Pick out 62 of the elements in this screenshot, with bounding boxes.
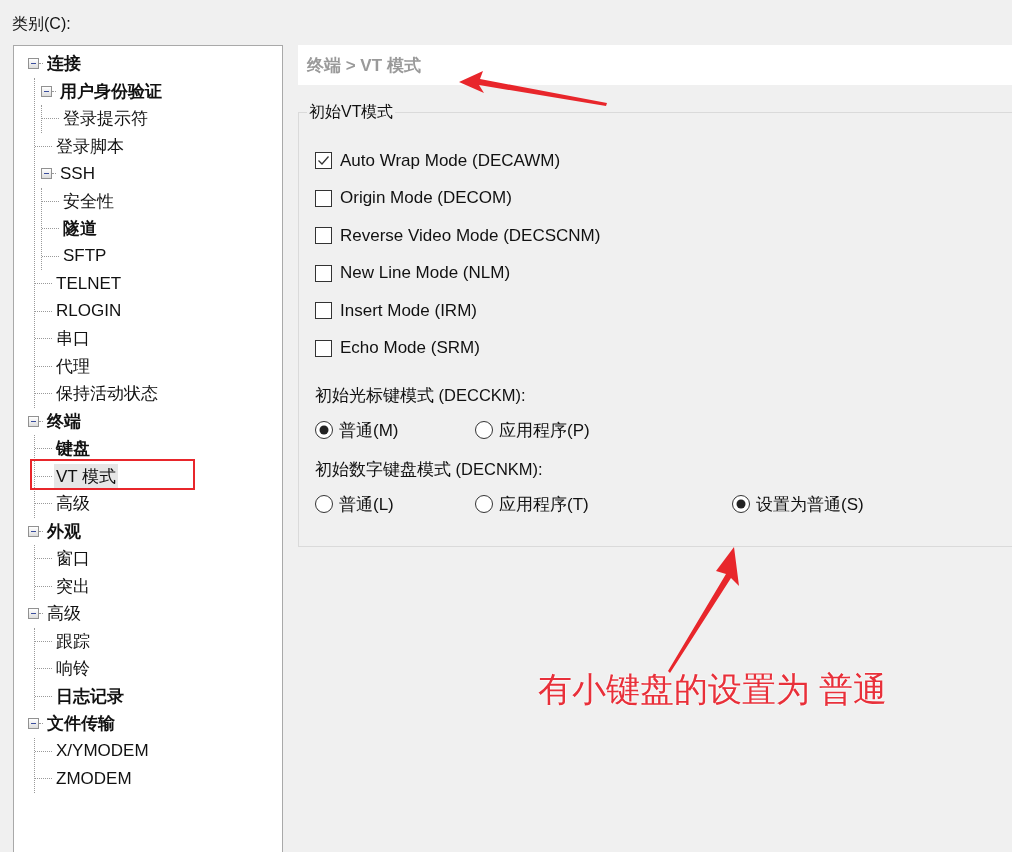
tree-item[interactable]: SFTP xyxy=(61,245,109,268)
radio-button[interactable] xyxy=(315,421,333,439)
collapse-icon[interactable] xyxy=(28,525,39,537)
collapse-icon[interactable] xyxy=(28,718,39,730)
radio-button[interactable] xyxy=(475,421,493,439)
radio-group-label: 初始数字键盘模式 (DECNKM): xyxy=(315,459,544,480)
tree-item[interactable]: 保持活动状态 xyxy=(54,381,160,407)
tree-item[interactable]: 窗口 xyxy=(54,546,92,572)
tree-item[interactable]: 终端 xyxy=(45,408,83,434)
checkbox[interactable] xyxy=(315,152,332,170)
radio-label: 应用程序(P) xyxy=(499,419,590,442)
tree-item[interactable]: RLOGIN xyxy=(54,300,124,323)
tree-item[interactable]: 文件传输 xyxy=(45,711,117,737)
tree-item[interactable]: 用户身份验证 xyxy=(58,78,164,104)
radio-label: 普通(M) xyxy=(339,419,399,442)
checkbox-label: Insert Mode (IRM) xyxy=(340,300,477,321)
radio-label: 设置为普通(S) xyxy=(756,493,864,516)
tree-item[interactable]: 登录提示符 xyxy=(61,106,150,132)
breadcrumb-text: 终端 > VT 模式 xyxy=(307,54,421,77)
radio-group-label: 初始光标键模式 (DECCKM): xyxy=(315,385,527,406)
radio-label: 普通(L) xyxy=(339,493,394,516)
collapse-icon[interactable] xyxy=(41,85,52,97)
checkbox[interactable] xyxy=(315,302,332,320)
tree-item[interactable]: 登录脚本 xyxy=(54,133,126,159)
checkbox-label: Auto Wrap Mode (DECAWM) xyxy=(340,150,561,171)
radio-button[interactable] xyxy=(315,495,333,513)
tree-item[interactable]: 隧道 xyxy=(61,216,99,242)
tree-item[interactable]: ZMODEM xyxy=(54,767,134,790)
checkbox[interactable] xyxy=(315,227,332,245)
checkbox-label: New Line Mode (NLM) xyxy=(340,263,511,284)
tree-item[interactable]: 外观 xyxy=(45,518,83,544)
collapse-icon[interactable] xyxy=(41,168,52,180)
tree-item[interactable]: X/YMODEM xyxy=(54,740,151,763)
tree-item[interactable]: 键盘 xyxy=(54,436,92,462)
radio-button[interactable] xyxy=(732,495,750,513)
checkbox-label: Reverse Video Mode (DECSCNM) xyxy=(340,225,601,246)
tree-item[interactable]: SSH xyxy=(58,162,97,185)
group-title: 初始VT模式 xyxy=(307,102,396,123)
tree-item[interactable]: 串口 xyxy=(54,326,92,352)
radio-button[interactable] xyxy=(475,495,493,513)
tree-item[interactable]: 安全性 xyxy=(61,188,116,214)
category-label: 类别(C): xyxy=(12,14,71,34)
checkbox[interactable] xyxy=(315,189,332,207)
tree-item[interactable]: VT 模式 xyxy=(54,463,119,489)
tree-item[interactable]: 突出 xyxy=(54,573,92,599)
collapse-icon[interactable] xyxy=(28,608,39,620)
tree-item[interactable]: 响铃 xyxy=(54,656,92,682)
checkbox-label: Echo Mode (SRM) xyxy=(340,338,480,359)
checkbox[interactable] xyxy=(315,264,332,282)
radio-label: 应用程序(T) xyxy=(499,493,589,516)
checkbox[interactable] xyxy=(315,339,332,357)
tree-item[interactable]: 日志记录 xyxy=(54,683,126,709)
tree-item[interactable]: 跟踪 xyxy=(54,628,92,654)
tree-item[interactable]: 代理 xyxy=(54,353,92,379)
tree-item[interactable]: TELNET xyxy=(54,272,124,295)
tree-item[interactable]: 高级 xyxy=(54,491,92,517)
collapse-icon[interactable] xyxy=(28,58,39,70)
checkbox-label: Origin Mode (DECOM) xyxy=(340,188,512,209)
tree-item[interactable]: 连接 xyxy=(45,51,83,77)
tree-item[interactable]: 高级 xyxy=(45,601,83,627)
collapse-icon[interactable] xyxy=(28,415,39,427)
annotation-text: 有小键盘的设置为 普通 xyxy=(538,669,888,710)
